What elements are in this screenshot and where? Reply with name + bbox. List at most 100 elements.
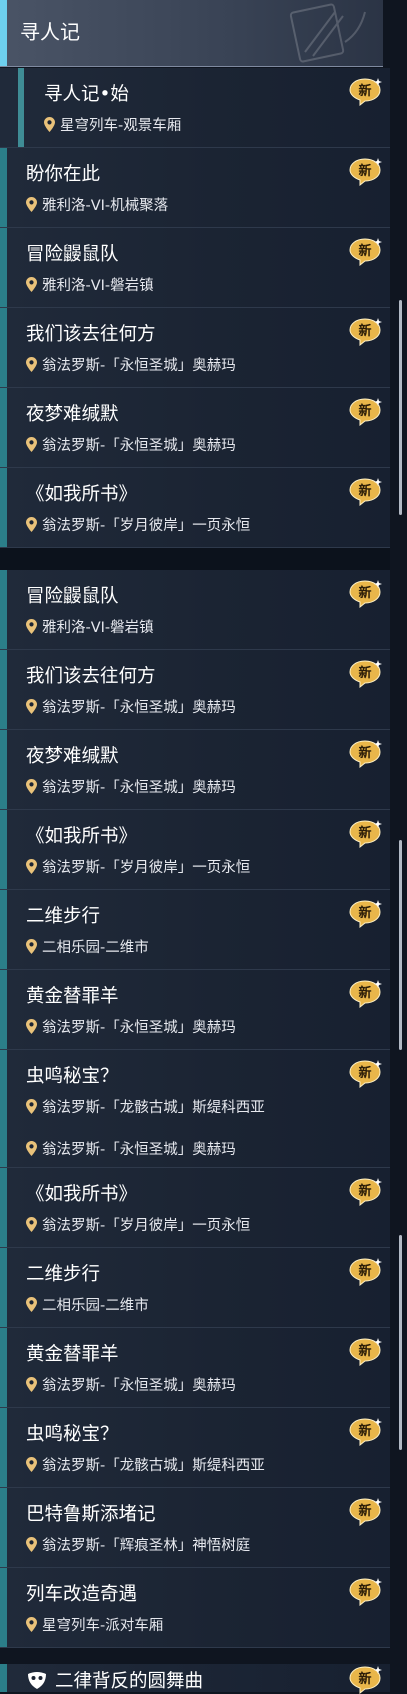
header-title: 寻人记: [20, 20, 80, 44]
location-text: 二相乐园-二维市: [42, 940, 149, 956]
list-item[interactable]: 我们该去往何方 翁法罗斯-「永恒圣城」奥赫玛 新: [0, 650, 390, 730]
item-location: 翁法罗斯-「永恒圣城」奥赫玛: [26, 354, 236, 375]
svg-text:新: 新: [358, 585, 371, 601]
location-pin-icon: [26, 1537, 37, 1552]
location-text: 翁法罗斯-「辉痕圣林」神悟树庭: [42, 1538, 251, 1554]
location-text: 翁法罗斯-「龙骸古城」斯缇科西亚: [42, 1100, 265, 1116]
list-item[interactable]: 冒险鼹鼠队雅利洛-VI-磐岩镇 新: [0, 570, 390, 650]
location-pin-icon: [26, 1617, 37, 1632]
mask-icon: [28, 1672, 46, 1689]
scrollbar-thumb[interactable]: [399, 840, 402, 1050]
item-location: 二相乐园-二维市: [26, 936, 149, 957]
list-item[interactable]: 虫鸣秘宝？ 翁法罗斯-「龙骸古城」斯缇科西亚 新: [0, 1408, 390, 1488]
item-location: 翁法罗斯-「永恒圣城」奥赫玛: [26, 696, 236, 717]
new-badge-icon: 新: [349, 1178, 382, 1206]
item-location: 星穹列车-观景车厢: [44, 114, 181, 135]
list-item[interactable]: 夜梦难缄默 翁法罗斯-「永恒圣城」奥赫玛 新: [0, 388, 390, 468]
item-location: 翁法罗斯-「永恒圣城」奥赫玛: [26, 1138, 236, 1159]
row-accent-bar: [0, 970, 7, 1049]
location-text: 翁法罗斯-「岁月彼岸」一页永恒: [42, 1218, 251, 1234]
row-accent-bar: [0, 388, 7, 467]
item-location: 翁法罗斯-「岁月彼岸」一页永恒: [26, 514, 250, 535]
item-name: 二维步行: [26, 1264, 101, 1285]
list-item[interactable]: 夜梦难缄默 翁法罗斯-「永恒圣城」奥赫玛 新: [0, 730, 390, 810]
item-name: 《如我所书》: [26, 484, 138, 505]
header-emblem-icon: [289, 3, 366, 63]
location-pin-icon: [26, 1457, 37, 1472]
location-pin-icon: [26, 859, 37, 874]
row-accent-bar: [0, 148, 7, 227]
new-badge-icon: 新: [349, 740, 382, 768]
item-name: 《如我所书》: [26, 826, 138, 847]
new-badge-icon: 新: [349, 1498, 382, 1526]
item-location: 翁法罗斯-「岁月彼岸」一页永恒: [26, 1214, 250, 1235]
row-accent-bar: [18, 68, 24, 147]
row-accent-bar: [0, 1050, 7, 1129]
list-item[interactable]: 《如我所书》 翁法罗斯-「岁月彼岸」一页永恒 新: [0, 1168, 390, 1248]
item-location: 翁法罗斯-「永恒圣城」奥赫玛: [26, 434, 236, 455]
location-text: 翁法罗斯-「岁月彼岸」一页永恒: [42, 518, 251, 534]
location-text: 翁法罗斯-「龙骸古城」斯缇科西亚: [42, 1458, 265, 1474]
item-name: 我们该去往何方: [26, 324, 156, 345]
list-item[interactable]: 寻人记•始 星穹列车-观景车厢 新: [0, 68, 390, 148]
item-location: 雅利洛-VI-磐岩镇: [26, 274, 154, 295]
svg-text:新: 新: [358, 745, 371, 761]
list-item-partial[interactable]: 二律背反的圆舞曲 新: [0, 1664, 390, 1694]
section-header[interactable]: 寻人记: [0, 0, 383, 67]
list-item[interactable]: 《如我所书》翁法罗斯-「岁月彼岸」一页永恒 新: [0, 468, 390, 548]
item-location: 星穹列车-派对车厢: [26, 1614, 163, 1635]
item-location: 翁法罗斯-「永恒圣城」奥赫玛: [26, 776, 236, 797]
new-badge-icon: 新: [349, 478, 382, 506]
list-item[interactable]: 二维步行二相乐园-二维市 新: [0, 1248, 390, 1328]
svg-text:新: 新: [358, 483, 371, 499]
svg-text:新: 新: [358, 1263, 371, 1279]
svg-text:新: 新: [358, 905, 371, 921]
item-location: 翁法罗斯-「龙骸古城」斯缇科西亚: [26, 1454, 265, 1475]
item-name: 二维步行: [26, 906, 101, 927]
item-name: 巴特鲁斯添堵记: [26, 1504, 156, 1525]
new-badge-icon: 新: [349, 580, 382, 608]
svg-text:新: 新: [358, 1583, 371, 1599]
list-item[interactable]: 巴特鲁斯添堵记翁法罗斯-「辉痕圣林」神悟树庭 新: [0, 1488, 390, 1568]
new-badge-icon: 新: [349, 660, 382, 688]
svg-text:新: 新: [358, 1423, 371, 1439]
row-accent-bar: [0, 1126, 7, 1167]
location-pin-icon: [26, 1099, 37, 1114]
new-badge-icon: 新: [349, 1666, 382, 1694]
row-accent-bar: [0, 1664, 7, 1692]
location-text: 雅利洛-VI-磐岩镇: [42, 278, 154, 294]
item-location: 翁法罗斯-「永恒圣城」奥赫玛: [26, 1374, 236, 1395]
list-item[interactable]: 列车改造奇遇 星穹列车-派对车厢 新: [0, 1568, 390, 1648]
new-badge-icon: 新: [349, 900, 382, 928]
new-badge-icon: 新: [349, 980, 382, 1008]
svg-text:新: 新: [358, 83, 371, 99]
location-pin-icon: [26, 939, 37, 954]
list-item[interactable]: 二维步行二相乐园-二维市 新: [0, 890, 390, 970]
list-item-partial[interactable]: 翁法罗斯-「永恒圣城」奥赫玛: [0, 1126, 390, 1168]
location-pin-icon: [26, 197, 37, 212]
location-text: 翁法罗斯-「永恒圣城」奥赫玛: [42, 438, 236, 454]
item-location: 雅利洛-VI-磐岩镇: [26, 616, 154, 637]
list-item[interactable]: 黄金替罪羊 翁法罗斯-「永恒圣城」奥赫玛 新: [0, 1328, 390, 1408]
list-item[interactable]: 黄金替罪羊 翁法罗斯-「永恒圣城」奥赫玛 新: [0, 970, 390, 1050]
row-accent-bar: [0, 1568, 7, 1647]
svg-text:新: 新: [358, 323, 371, 339]
row-accent-bar: [0, 1248, 7, 1327]
location-text: 雅利洛-VI-机械聚落: [42, 198, 169, 214]
scrollbar-thumb[interactable]: [399, 1235, 402, 1450]
list-item[interactable]: 虫鸣秘宝？ 翁法罗斯-「龙骸古城」斯缇科西亚 新: [0, 1050, 390, 1130]
list-item[interactable]: 冒险鼹鼠队 雅利洛-VI-磐岩镇 新: [0, 228, 390, 308]
location-text: 二相乐园-二维市: [42, 1298, 149, 1314]
list-item[interactable]: 盼你在此 雅利洛-VI-机械聚落 新: [0, 148, 390, 228]
svg-text:新: 新: [358, 1343, 371, 1359]
section-separator: [0, 548, 390, 570]
list-item[interactable]: 我们该去往何方翁法罗斯-「永恒圣城」奥赫玛 新: [0, 308, 390, 388]
item-name: 冒险鼹鼠队: [26, 586, 119, 607]
svg-text:新: 新: [358, 1065, 371, 1081]
list-item[interactable]: 《如我所书》 翁法罗斯-「岁月彼岸」一页永恒 新: [0, 810, 390, 890]
scrollbar-thumb[interactable]: [399, 300, 402, 515]
location-text: 雅利洛-VI-磐岩镇: [42, 620, 154, 636]
location-pin-icon: [26, 1141, 37, 1156]
new-badge-icon: 新: [349, 1258, 382, 1286]
row-accent-bar: [0, 570, 7, 649]
